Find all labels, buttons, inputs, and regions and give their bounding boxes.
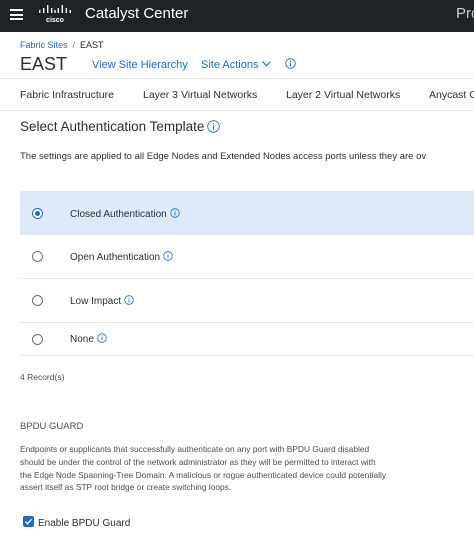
auth-template-title: Select Authentication Template <box>20 119 205 134</box>
auth-options-table: Closed Authentication Open Authenticatio… <box>20 191 474 356</box>
info-icon[interactable] <box>207 120 220 133</box>
radio-button-selected[interactable] <box>32 208 43 219</box>
hamburger-menu-icon[interactable] <box>10 9 23 20</box>
option-label-text: Low Impact <box>70 296 122 307</box>
chevron-down-icon <box>262 61 272 67</box>
bpdu-description-line: Endpoints or supplicants that successful… <box>20 444 370 454</box>
breadcrumb-fabric-sites-link[interactable]: Fabric Sites <box>20 40 68 50</box>
site-actions-label: Site Actions <box>201 59 259 71</box>
bpdu-description-line: the Edge Node Spanning-Tree Domain. A ma… <box>20 469 387 480</box>
view-site-hierarchy-link[interactable]: View Site Hierarchy <box>92 59 188 71</box>
option-row-none[interactable]: None <box>20 323 474 356</box>
info-icon[interactable] <box>163 251 173 261</box>
option-row-closed-auth[interactable]: Closed Authentication <box>20 191 474 235</box>
tab-anycast-gateways[interactable]: Anycast G <box>429 89 474 101</box>
topbar-right-text[interactable]: Pro <box>456 5 474 22</box>
info-icon[interactable] <box>97 333 107 343</box>
site-actions-dropdown[interactable]: Site Actions <box>201 59 272 71</box>
breadcrumb-separator: / <box>72 40 76 50</box>
option-label-text: Closed Authentication <box>70 209 167 220</box>
option-label: Open Authentication <box>70 251 173 263</box>
option-label: Closed Authentication <box>70 208 180 220</box>
option-row-open-auth[interactable]: Open Authentication <box>20 235 474 279</box>
bpdu-description-line: assert itself as STP root bridge or crea… <box>20 482 232 493</box>
radio-button[interactable] <box>32 295 43 306</box>
breadcrumb: Fabric Sites / EAST <box>20 40 104 50</box>
app-title: Catalyst Center <box>85 5 189 22</box>
cisco-logo-text: cisco <box>46 17 64 24</box>
radio-button[interactable] <box>32 251 43 262</box>
bpdu-guard-description: Endpoints or supplicants that successful… <box>20 443 386 494</box>
info-icon[interactable] <box>285 58 296 69</box>
tab-layer2-virtual-networks[interactable]: Layer 2 Virtual Networks <box>286 89 400 101</box>
page-title: EAST <box>20 54 68 74</box>
bpdu-guard-heading: BPDU GUARD <box>20 421 84 432</box>
tab-fabric-infrastructure[interactable]: Fabric Infrastructure <box>20 89 114 101</box>
tab-layer3-virtual-networks[interactable]: Layer 3 Virtual Networks <box>143 89 257 101</box>
option-label-text: None <box>70 334 94 345</box>
auth-template-description: The settings are applied to all Edge Nod… <box>20 151 427 162</box>
top-navigation-bar: cisco Catalyst Center Pro <box>0 0 474 32</box>
enable-bpdu-guard-label: Enable BPDU Guard <box>38 518 131 529</box>
info-icon[interactable] <box>124 295 134 305</box>
enable-bpdu-guard-checkbox[interactable]: Enable BPDU Guard <box>23 513 130 531</box>
checkbox-checked-icon[interactable] <box>23 516 34 527</box>
tabs-divider-bottom <box>0 110 474 111</box>
option-label: None <box>70 333 107 345</box>
option-label-text: Open Authentication <box>70 252 161 263</box>
cisco-logo: cisco <box>39 5 71 24</box>
option-label: Low Impact <box>70 295 134 307</box>
option-row-low-impact[interactable]: Low Impact <box>20 279 474 323</box>
record-count: 4 Record(s) <box>20 372 65 382</box>
radio-button[interactable] <box>32 334 43 345</box>
tabs-divider-top <box>0 78 474 79</box>
info-icon[interactable] <box>170 208 180 218</box>
breadcrumb-current: EAST <box>80 40 104 50</box>
bpdu-description-line: should be under the control of the netwo… <box>20 456 376 467</box>
